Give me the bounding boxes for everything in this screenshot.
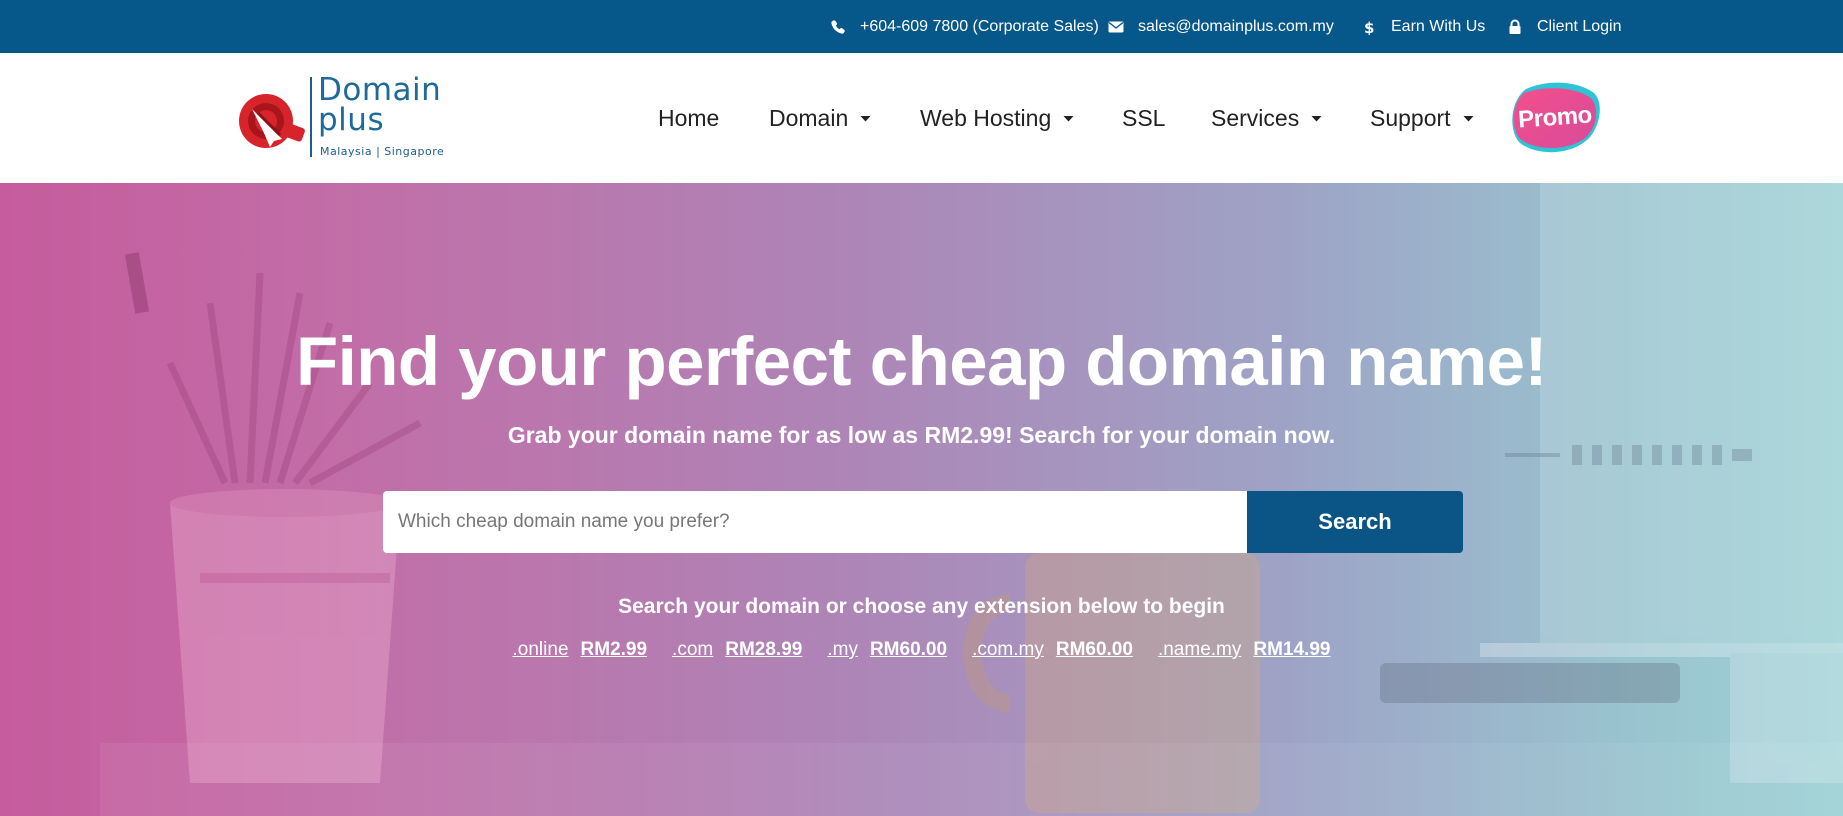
- extension-name: .my: [827, 639, 858, 660]
- hero-title: Find your perfect cheap domain name!: [295, 323, 1548, 400]
- hero-subtitle: Grab your domain name for as low as RM2.…: [507, 422, 1336, 448]
- nav-item-web-hosting[interactable]: Web Hosting: [920, 53, 1074, 183]
- email-text: sales@domainplus.com.my: [1138, 17, 1334, 35]
- nav-item-domain[interactable]: Domain: [769, 53, 871, 183]
- nav-label: SSL: [1122, 104, 1166, 131]
- search-button[interactable]: Search: [1247, 491, 1463, 553]
- extension-price: RM60.00: [1055, 639, 1133, 660]
- earn-text: Earn With Us: [1391, 17, 1486, 35]
- extension-price: RM14.99: [1253, 639, 1331, 660]
- top-contact-bar: +604-609 7800 (Corporate Sales) sales@do…: [0, 0, 1843, 53]
- nav-item-services[interactable]: Services: [1211, 53, 1322, 183]
- nav-label: Domain: [769, 104, 849, 131]
- earn-with-us-link[interactable]: $ Earn With Us: [1361, 0, 1485, 53]
- nav-label: Support: [1370, 104, 1451, 131]
- caret-down-icon: [1311, 113, 1322, 124]
- nav-label: Web Hosting: [920, 104, 1052, 131]
- phone-icon: [830, 19, 846, 35]
- extension-name: .com: [672, 639, 714, 660]
- extension-link-com-my[interactable]: .com.my RM60.00: [972, 639, 1133, 661]
- extension-hint-text: Search your domain or choose any extensi…: [618, 595, 1225, 618]
- promo-label: Promo: [1517, 101, 1593, 134]
- caret-down-icon: [1063, 113, 1074, 124]
- envelope-icon: [1108, 19, 1124, 35]
- phone-text: +604-609 7800 (Corporate Sales): [860, 17, 1099, 35]
- extension-price-list: .online RM2.99 .com RM28.99 .my RM60.00 .co…: [0, 639, 1843, 661]
- extension-link-com[interactable]: .com RM28.99: [672, 639, 802, 661]
- nav-label: Home: [658, 104, 720, 131]
- main-header: Domain plus Malaysia | Singapore Home Do…: [0, 53, 1843, 183]
- caret-down-icon: [860, 113, 871, 124]
- nav-item-home[interactable]: Home: [658, 53, 719, 183]
- nav-item-ssl[interactable]: SSL: [1122, 53, 1165, 183]
- nav-item-support[interactable]: Support: [1370, 53, 1474, 183]
- extension-price: RM2.99: [580, 639, 648, 660]
- dollar-icon: $: [1361, 19, 1377, 35]
- domain-search-input[interactable]: [383, 491, 1247, 553]
- client-login-link[interactable]: Client Login: [1507, 0, 1622, 53]
- extension-link-name-my[interactable]: .name.my RM14.99: [1158, 639, 1331, 661]
- nav-label: Services: [1211, 104, 1300, 131]
- login-text: Client Login: [1537, 17, 1622, 35]
- domain-search-form: Search: [383, 491, 1463, 553]
- extension-price: RM28.99: [725, 639, 803, 660]
- corporate-sales-phone-link[interactable]: +604-609 7800 (Corporate Sales): [830, 0, 1099, 53]
- caret-down-icon: [1463, 113, 1474, 124]
- extension-name: .com.my: [972, 639, 1044, 660]
- extension-link-online[interactable]: .online RM2.99: [513, 639, 648, 661]
- extension-price: RM60.00: [869, 639, 948, 660]
- extension-name: .name.my: [1157, 639, 1242, 660]
- promo-badge-button[interactable]: Promo: [1508, 81, 1602, 155]
- svg-text:$: $: [1364, 19, 1374, 35]
- extension-name: .online: [512, 639, 569, 660]
- extension-link-my[interactable]: .my RM60.00: [827, 639, 947, 661]
- lock-icon: [1507, 19, 1523, 35]
- hero-section: Find your perfect cheap domain name! Gra…: [0, 183, 1843, 816]
- sales-email-link[interactable]: sales@domainplus.com.my: [1108, 0, 1334, 53]
